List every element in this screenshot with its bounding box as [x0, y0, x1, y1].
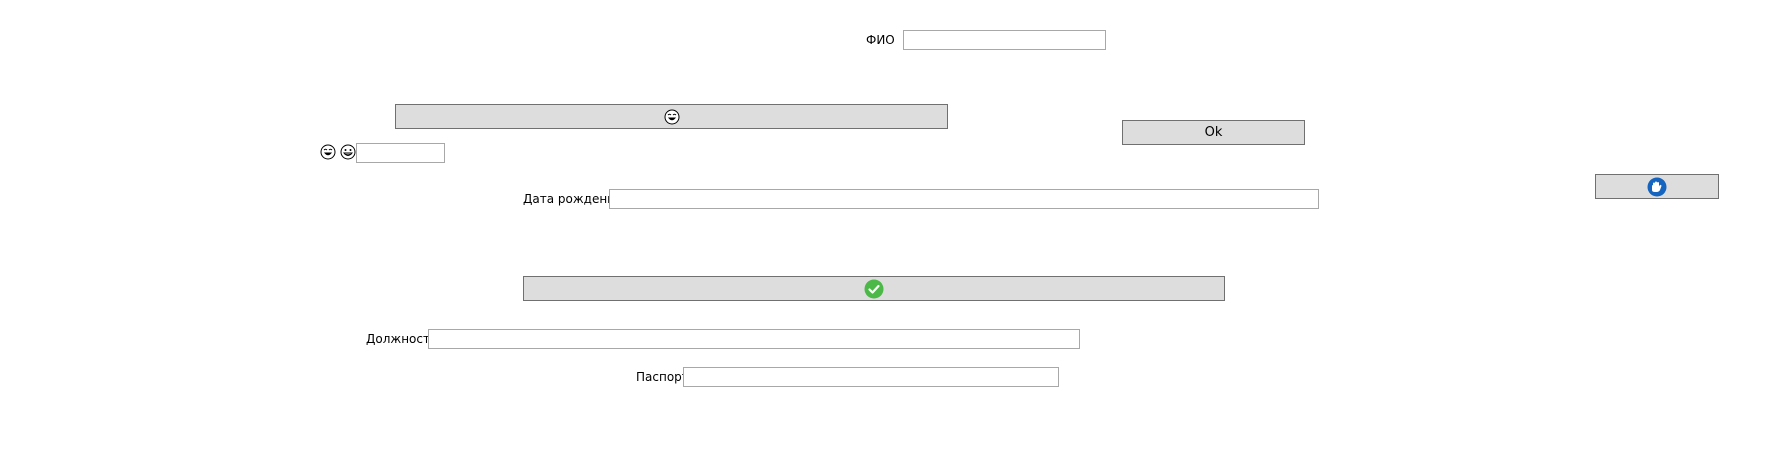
- laughing-face-icon: [320, 144, 336, 160]
- emoji-label: [320, 144, 356, 160]
- fio-field[interactable]: [903, 30, 1106, 50]
- ok-button[interactable]: Ok: [1122, 120, 1305, 145]
- laughing-face-icon: [664, 109, 680, 125]
- grinning-face-icon: [340, 144, 356, 160]
- passport-label: Паспорт: [636, 370, 689, 384]
- hand-icon: [1647, 177, 1667, 197]
- hand-button[interactable]: [1595, 174, 1719, 199]
- emoji-field[interactable]: [356, 143, 445, 163]
- position-field[interactable]: [428, 329, 1080, 349]
- check-circle-icon: [864, 279, 884, 299]
- laughing-emoji-button[interactable]: [395, 104, 948, 129]
- fio-label: ФИО: [866, 33, 895, 47]
- form-window: ФИО Ok Дата рождения Должность Паспорт: [0, 0, 1787, 450]
- birthdate-label: Дата рождения: [523, 192, 623, 206]
- position-label: Должность: [366, 332, 438, 346]
- passport-field[interactable]: [683, 367, 1059, 387]
- confirm-button[interactable]: [523, 276, 1225, 301]
- birthdate-field[interactable]: [609, 189, 1319, 209]
